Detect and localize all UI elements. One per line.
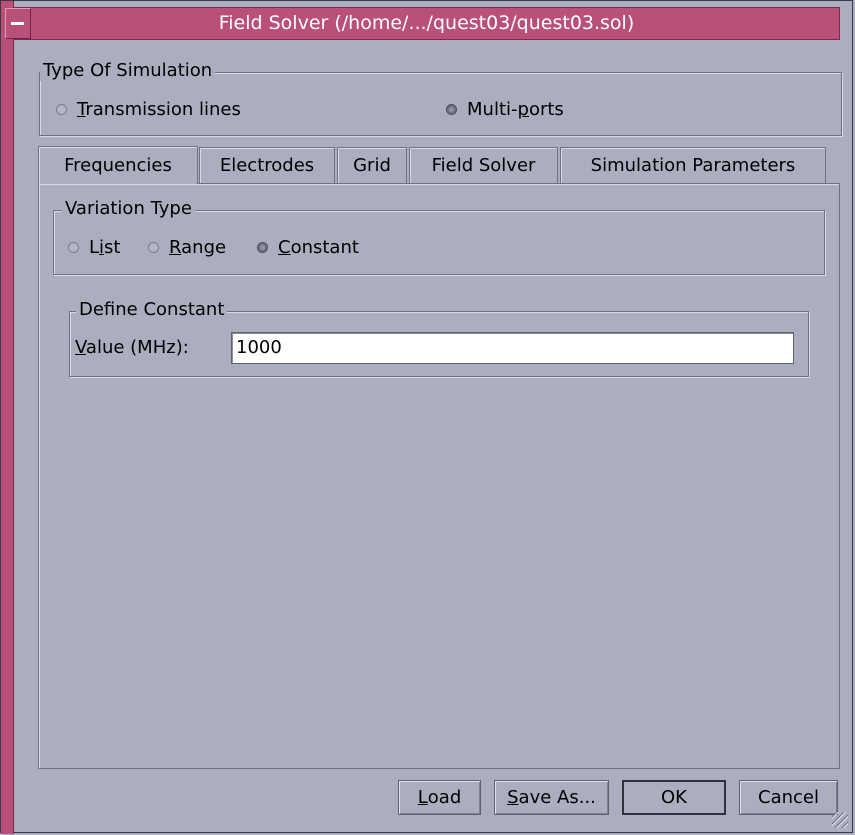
- radio-on-icon: [257, 242, 268, 253]
- radio-multi-ports[interactable]: Multi-ports: [446, 99, 564, 120]
- save-as-button[interactable]: Save As...: [494, 780, 609, 815]
- value-mhz-input[interactable]: 1000: [231, 332, 794, 364]
- list-label: List: [89, 237, 121, 258]
- value-field-label: Value (MHz):: [75, 337, 189, 358]
- window-left-border[interactable]: [1, 1, 14, 834]
- field-solver-window: Field Solver (/home/.../quest03/quest03.…: [0, 0, 853, 834]
- range-label: Range: [169, 237, 227, 258]
- define-constant-label: Define Constant: [76, 299, 228, 320]
- multi-ports-label: Multi-ports: [467, 99, 564, 120]
- radio-off-icon: [68, 242, 79, 253]
- variation-type-label: Variation Type: [62, 198, 195, 219]
- load-button[interactable]: Load: [398, 780, 481, 815]
- title-bar[interactable]: Field Solver (/home/.../quest03/quest03.…: [5, 7, 840, 40]
- radio-list[interactable]: List: [68, 237, 120, 258]
- transmission-lines-label: Transmission lines: [77, 99, 241, 120]
- window-title: Field Solver (/home/.../quest03/quest03.…: [218, 12, 635, 34]
- tab-field-solver[interactable]: Field Solver: [409, 147, 558, 183]
- radio-on-icon: [446, 104, 457, 115]
- radio-transmission-lines[interactable]: Transmission lines: [56, 99, 241, 120]
- tab-frequencies[interactable]: Frequencies: [38, 146, 198, 184]
- resize-grip-icon[interactable]: [832, 812, 848, 828]
- tab-grid[interactable]: Grid: [337, 147, 407, 183]
- cancel-button[interactable]: Cancel: [739, 780, 838, 815]
- tab-electrodes[interactable]: Electrodes: [199, 147, 335, 183]
- ok-button[interactable]: OK: [622, 780, 726, 815]
- simulation-type-label: Type Of Simulation: [40, 60, 216, 81]
- constant-label: Constant: [278, 237, 359, 258]
- radio-constant[interactable]: Constant: [257, 237, 359, 258]
- radio-range[interactable]: Range: [148, 237, 226, 258]
- tab-simulation-parameters[interactable]: Simulation Parameters: [560, 147, 826, 183]
- radio-off-icon: [56, 104, 67, 115]
- radio-off-icon: [148, 242, 159, 253]
